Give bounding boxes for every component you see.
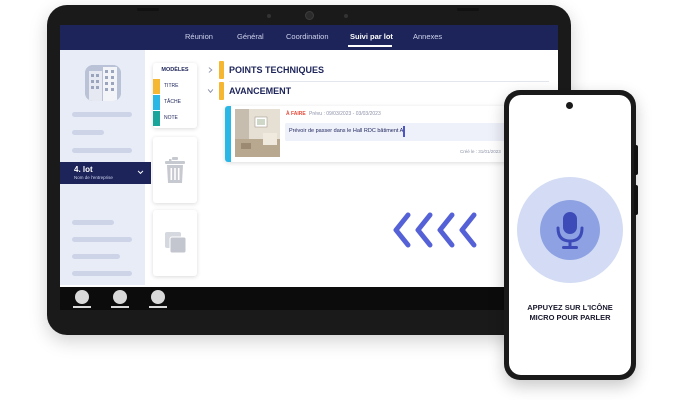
lot-title: 4. lot xyxy=(74,165,93,174)
sidebar-placeholder-item xyxy=(72,220,114,225)
tablet-sensor xyxy=(344,14,348,18)
task-description: Prévoir de passer dans le Hall RDC bâtim… xyxy=(289,128,404,134)
task-text-field[interactable]: Prévoir de passer dans le Hall RDC bâtim… xyxy=(285,123,525,141)
section-title: AVANCEMENT xyxy=(229,86,292,96)
lot-company-name: Nom de l'entreprise xyxy=(74,175,113,180)
chevron-down-icon xyxy=(207,89,214,94)
tablet-device: Réunion Général Coordination Suivi par l… xyxy=(47,5,571,335)
sidebar-placeholder-item xyxy=(72,130,104,135)
task-card[interactable]: À FAIRE Prévu : 09/03/2023 - 03/03/2023 … xyxy=(225,106,525,162)
top-navigation: Réunion Général Coordination Suivi par l… xyxy=(60,25,558,50)
microphone-button-inner xyxy=(540,200,600,260)
lot-selector[interactable]: 4. lot Nom de l'entreprise xyxy=(60,162,151,184)
template-color-strip xyxy=(153,95,160,110)
section-title: POINTS TECHNIQUES xyxy=(229,65,325,75)
phone-device: APPUYEZ SUR L'ICÔNE MICRO POUR PARLER xyxy=(504,90,638,380)
task-photo[interactable] xyxy=(235,109,280,157)
phone-hardware-button xyxy=(634,145,638,175)
voice-instruction: APPUYEZ SUR L'ICÔNE MICRO POUR PARLER xyxy=(509,303,631,323)
avatar[interactable] xyxy=(151,290,165,304)
active-tab-indicator xyxy=(348,45,392,47)
project-photo[interactable] xyxy=(85,65,121,101)
tab-coordination[interactable]: Coordination xyxy=(286,32,329,41)
templates-palette: MODÈLES TITRE TÂCHE NOTE xyxy=(153,63,197,128)
microphone-button[interactable] xyxy=(517,177,623,283)
sidebar-placeholder-item xyxy=(72,112,132,117)
trash-icon xyxy=(165,157,185,183)
section-color-bar xyxy=(219,82,224,100)
phone-screen: APPUYEZ SUR L'ICÔNE MICRO POUR PARLER xyxy=(509,95,631,375)
section-avancement[interactable]: AVANCEMENT xyxy=(207,82,553,100)
avatar[interactable] xyxy=(113,290,127,304)
template-color-strip xyxy=(153,111,160,126)
tab-annexes[interactable]: Annexes xyxy=(413,32,442,41)
section-color-bar xyxy=(219,61,224,79)
sidebar-placeholder-item xyxy=(72,237,132,242)
tab-suivi-par-lot[interactable]: Suivi par lot xyxy=(350,32,393,41)
chevron-right-icon xyxy=(208,67,213,73)
sidebar-placeholder-item xyxy=(72,148,132,153)
chevrons-left-icon xyxy=(393,212,477,248)
task-created-date: Créé le : 31/01/2023 xyxy=(460,149,501,154)
building-photo xyxy=(85,65,121,101)
template-titre[interactable]: TITRE xyxy=(153,79,197,94)
template-color-strip xyxy=(153,79,160,94)
task-dates: Prévu : 09/03/2023 - 03/03/2023 xyxy=(309,111,381,117)
tablet-hardware-button xyxy=(137,8,159,11)
templates-title: MODÈLES xyxy=(161,67,189,73)
text-cursor xyxy=(403,126,405,137)
task-status: À FAIRE xyxy=(286,111,306,117)
template-label: TITRE xyxy=(164,83,179,89)
template-tache[interactable]: TÂCHE xyxy=(153,95,197,110)
tablet-sensor xyxy=(267,14,271,18)
template-note[interactable]: NOTE xyxy=(153,111,197,126)
sidebar-placeholder-item xyxy=(72,271,132,276)
tablet-camera xyxy=(305,11,314,20)
room-photo xyxy=(235,109,280,157)
stage: Réunion Général Coordination Suivi par l… xyxy=(0,0,700,400)
tab-reunion[interactable]: Réunion xyxy=(185,32,213,41)
tablet-screen: Réunion Général Coordination Suivi par l… xyxy=(60,25,558,310)
voice-instruction-line1: APPUYEZ SUR L'ICÔNE xyxy=(527,303,613,312)
bottom-bar xyxy=(60,287,558,310)
phone-hardware-button xyxy=(634,185,638,215)
duplicate-drop-zone[interactable] xyxy=(153,210,197,276)
avatar-underline xyxy=(149,306,167,308)
copy-icon xyxy=(165,232,187,254)
delete-drop-zone[interactable] xyxy=(153,137,197,203)
template-label: NOTE xyxy=(164,115,178,121)
avatar-underline xyxy=(111,306,129,308)
voice-instruction-line2: MICRO POUR PARLER xyxy=(529,313,611,322)
microphone-icon xyxy=(556,212,584,249)
avatar[interactable] xyxy=(75,290,89,304)
section-points-techniques[interactable]: POINTS TECHNIQUES xyxy=(207,61,553,82)
phone-camera xyxy=(566,102,573,109)
task-color-strip xyxy=(225,106,231,162)
tab-general[interactable]: Général xyxy=(237,32,264,41)
tablet-hardware-button xyxy=(457,8,479,11)
avatar-underline xyxy=(73,306,91,308)
chevron-down-icon xyxy=(137,170,144,175)
sidebar-placeholder-item xyxy=(72,254,120,259)
template-label: TÂCHE xyxy=(164,99,181,105)
